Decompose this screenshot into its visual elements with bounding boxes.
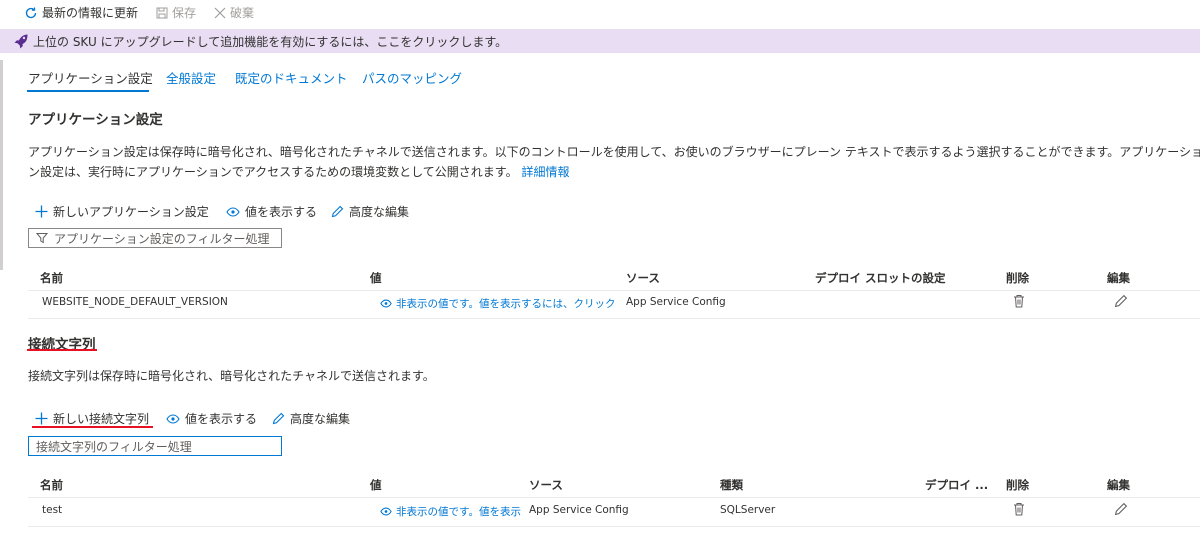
tab-general-settings[interactable]: 全般設定 <box>166 68 216 87</box>
advanced-edit-button[interactable]: 高度な編集 <box>331 203 409 220</box>
tab-default-documents[interactable]: 既定のドキュメント <box>235 68 348 87</box>
red-annotation-underline <box>32 426 153 428</box>
app-settings-filter-placeholder: アプリケーション設定のフィルター処理 <box>54 231 270 246</box>
active-tab-indicator <box>27 90 149 92</box>
hidden-value-text: 非表示の値です。値を表示するには、クリックし <box>396 298 616 310</box>
col-name: 名前 <box>40 478 63 492</box>
new-connection-string-label: 新しい接続文字列 <box>53 412 150 426</box>
col-delete: 削除 <box>1006 478 1029 492</box>
hidden-value-link[interactable]: 非表示の値です。値を表示 <box>380 504 522 519</box>
eye-icon <box>226 206 240 217</box>
show-values-label: 値を表示する <box>185 412 258 426</box>
rocket-icon <box>14 34 28 49</box>
eye-icon <box>166 413 180 424</box>
eye-icon <box>380 299 392 308</box>
refresh-button[interactable]: 最新の情報に更新 <box>24 4 138 21</box>
advanced-edit-label: 高度な編集 <box>290 412 351 426</box>
learn-more-link[interactable]: 詳細情報 <box>521 165 569 179</box>
setting-name: WEBSITE_NODE_DEFAULT_VERSION <box>42 296 228 308</box>
pencil-icon[interactable] <box>1114 294 1128 308</box>
tab-application-settings[interactable]: アプリケーション設定 <box>28 68 153 87</box>
connection-source: App Service Config <box>529 504 629 516</box>
filter-icon <box>36 233 48 244</box>
new-app-setting-button[interactable]: 新しいアプリケーション設定 <box>35 203 209 220</box>
refresh-icon <box>25 7 37 18</box>
new-app-setting-label: 新しいアプリケーション設定 <box>53 205 209 219</box>
pencil-icon <box>331 205 344 218</box>
discard-label: 破棄 <box>230 6 255 20</box>
tab-path-mappings[interactable]: パスのマッピング <box>362 68 462 87</box>
divider <box>28 318 1200 319</box>
col-slot-setting: デプロイ ... <box>925 478 989 492</box>
app-settings-filter-input[interactable]: アプリケーション設定のフィルター処理 <box>28 228 282 248</box>
connection-strings-description: 接続文字列は保存時に暗号化され、暗号化されたチャネルで送信されます。 <box>28 369 435 383</box>
pencil-icon <box>272 412 285 425</box>
connection-type: SQLServer <box>720 504 776 516</box>
hidden-value-text: 非表示の値です。値を表示 <box>396 506 521 518</box>
col-edit: 編集 <box>1107 478 1130 492</box>
discard-button[interactable]: 破棄 <box>214 4 254 21</box>
col-type: 種類 <box>720 478 743 492</box>
divider <box>28 290 1200 291</box>
col-source: ソース <box>626 271 660 285</box>
save-button[interactable]: 保存 <box>156 4 196 21</box>
col-delete: 削除 <box>1006 271 1029 285</box>
show-values-button[interactable]: 値を表示する <box>226 203 317 220</box>
app-settings-description-line1: アプリケーション設定は保存時に暗号化され、暗号化されたチャネルで送信されます。以… <box>28 145 1200 159</box>
pencil-icon[interactable] <box>1114 502 1128 516</box>
scrollbar[interactable] <box>0 60 3 270</box>
plus-icon <box>35 412 48 425</box>
advanced-edit-button[interactable]: 高度な編集 <box>272 410 350 427</box>
hidden-value-link[interactable]: 非表示の値です。値を表示するには、クリックし <box>380 296 616 311</box>
banner-text: 上位の SKU にアップグレードして追加機能を有効にするには、ここをクリックしま… <box>33 34 508 49</box>
trash-icon[interactable] <box>1013 294 1025 308</box>
app-settings-title: アプリケーション設定 <box>28 112 163 128</box>
new-connection-string-button[interactable]: 新しい接続文字列 <box>35 410 149 427</box>
col-edit: 編集 <box>1107 271 1130 285</box>
col-source: ソース <box>529 478 563 492</box>
save-icon <box>156 7 168 18</box>
col-value: 値 <box>370 478 382 492</box>
app-settings-description: アプリケーション設定は保存時に暗号化され、暗号化されたチャネルで送信されます。以… <box>28 142 1200 182</box>
eye-icon <box>380 507 392 516</box>
plus-icon <box>35 205 48 218</box>
trash-icon[interactable] <box>1013 502 1025 516</box>
divider <box>28 526 1200 527</box>
upgrade-banner[interactable]: 上位の SKU にアップグレードして追加機能を有効にするには、ここをクリックしま… <box>0 29 1200 53</box>
connection-name: test <box>42 504 63 516</box>
connection-strings-filter-placeholder: 接続文字列のフィルター処理 <box>36 439 192 454</box>
close-icon <box>214 7 226 18</box>
col-name: 名前 <box>40 271 63 285</box>
refresh-label: 最新の情報に更新 <box>42 6 139 20</box>
connection-strings-filter-input[interactable]: 接続文字列のフィルター処理 <box>28 436 282 456</box>
show-values-label: 値を表示する <box>245 205 318 219</box>
save-label: 保存 <box>172 6 197 20</box>
app-settings-description-line2: ン設定は、実行時にアプリケーションでアクセスするための環境変数として公開されます… <box>28 165 518 179</box>
col-value: 値 <box>370 271 382 285</box>
red-annotation-underline <box>27 349 97 351</box>
divider <box>28 497 1200 498</box>
col-slot-setting: デプロイ スロットの設定 <box>815 271 946 285</box>
command-bar: 最新の情報に更新 保存 破棄 <box>0 0 1200 26</box>
show-values-button[interactable]: 値を表示する <box>166 410 257 427</box>
setting-source: App Service Config <box>626 296 726 308</box>
advanced-edit-label: 高度な編集 <box>349 205 410 219</box>
